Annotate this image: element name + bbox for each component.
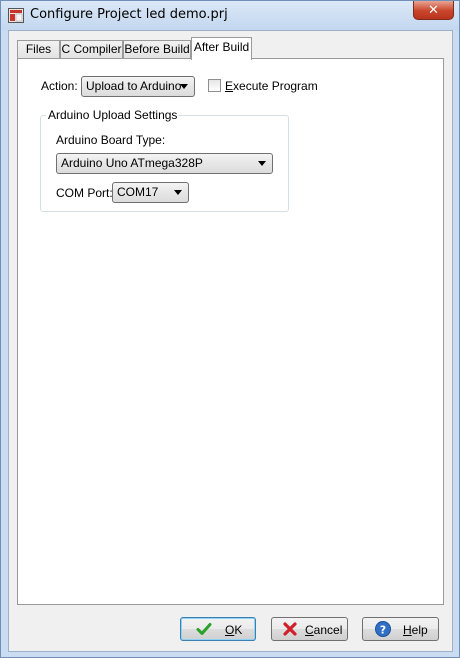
cancel-rest: ancel <box>313 623 343 637</box>
action-select-value: Upload to Arduino <box>86 79 182 93</box>
tab-files[interactable]: Files <box>17 40 60 59</box>
configure-project-window: Configure Project led demo.prj ✕ Files C… <box>0 0 460 658</box>
app-icon <box>8 8 24 23</box>
tab-label: Before Build <box>124 42 190 56</box>
group-title: Arduino Upload Settings <box>46 108 180 122</box>
com-port-label: COM Port: <box>56 186 113 200</box>
chevron-down-icon <box>174 190 182 195</box>
tab-before-build[interactable]: Before Build <box>123 40 191 59</box>
execute-program-label[interactable]: Execute Program <box>225 79 318 93</box>
title-bar[interactable]: Configure Project led demo.prj ✕ <box>1 1 459 30</box>
ok-accel: O <box>225 623 235 637</box>
tab-after-build[interactable]: After Build <box>191 37 252 60</box>
tab-c-compiler[interactable]: C Compiler <box>60 40 123 59</box>
action-select[interactable]: Upload to Arduino <box>81 76 195 97</box>
help-accel: H <box>403 623 412 637</box>
execute-program-checkbox[interactable] <box>208 79 221 92</box>
com-port-select[interactable]: COM17 <box>112 182 189 203</box>
cancel-button[interactable]: Cancel <box>271 617 348 641</box>
help-button-label: Help <box>403 623 428 637</box>
execute-program-accel: E <box>225 79 234 93</box>
help-button[interactable]: ? Help <box>362 617 439 641</box>
close-button[interactable]: ✕ <box>413 1 454 20</box>
window-title: Configure Project led demo.prj <box>30 7 228 22</box>
board-type-label: Arduino Board Type: <box>56 133 166 147</box>
cross-icon <box>283 622 297 636</box>
chevron-down-icon <box>180 84 188 89</box>
ok-button[interactable]: OK <box>180 617 256 641</box>
tab-label: Files <box>25 42 52 56</box>
close-icon: ✕ <box>428 2 439 17</box>
help-icon: ? <box>375 621 391 637</box>
dialog-client-area: Files C Compiler Before Build After Buil… <box>8 30 453 652</box>
cancel-button-label: Cancel <box>305 623 342 637</box>
cancel-accel: C <box>305 623 314 637</box>
execute-program-label-text: xecute Program <box>233 79 318 93</box>
chevron-down-icon <box>258 161 266 166</box>
com-port-value: COM17 <box>117 185 159 199</box>
ok-rest: K <box>234 623 243 637</box>
tab-label: After Build <box>193 40 250 54</box>
check-icon <box>196 623 212 635</box>
arduino-upload-settings-group: Arduino Upload Settings Arduino Board Ty… <box>40 108 289 212</box>
help-rest: elp <box>411 623 428 637</box>
tab-label: C Compiler <box>61 42 122 56</box>
board-type-select[interactable]: Arduino Uno ATmega328P <box>56 153 273 174</box>
ok-button-label: OK <box>225 623 242 637</box>
action-label: Action: <box>41 79 78 93</box>
after-build-panel: Action: Upload to Arduino Execute Progra… <box>17 58 444 605</box>
board-type-value: Arduino Uno ATmega328P <box>61 156 203 170</box>
svg-text:?: ? <box>380 623 386 636</box>
